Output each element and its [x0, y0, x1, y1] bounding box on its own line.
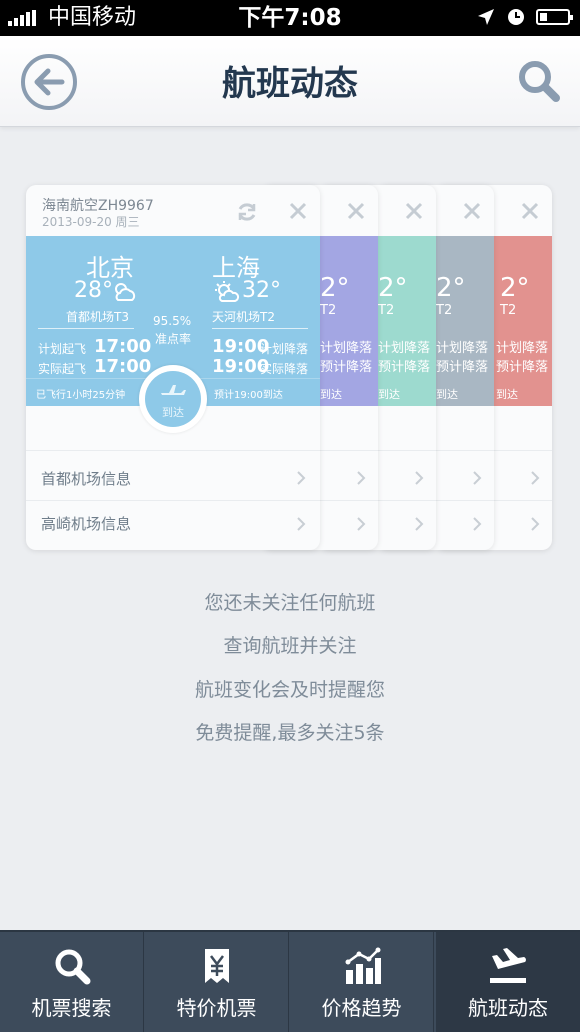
temperature: 2°: [320, 273, 350, 303]
close-icon[interactable]: [462, 201, 482, 221]
chevron-right-icon: [473, 471, 482, 485]
estimated-arrival-note: 预计19:00到达: [214, 390, 283, 401]
arrive-label: 到达: [320, 388, 342, 401]
chevron-right-icon: [415, 471, 424, 485]
nav-bar: 航班动态: [0, 36, 580, 127]
chevron-right-icon: [357, 471, 366, 485]
tab-bar: 机票搜索 特价机票 价格趋势 航班动态: [0, 930, 580, 1032]
estimated-label: 预计降落: [378, 360, 431, 375]
terminal: T2: [378, 303, 395, 318]
yuan-ticket-icon: [204, 949, 229, 983]
sunny-cloudy-icon: [215, 281, 240, 302]
chevron-right-icon: [531, 471, 540, 485]
temperature: 2°: [378, 273, 408, 303]
planned-label: 计划降落: [496, 341, 549, 356]
estimated-label: 预计降落: [320, 360, 373, 375]
estimated-label: 预计降落: [436, 360, 489, 375]
temperature: 2°: [436, 273, 466, 303]
close-icon[interactable]: [520, 201, 540, 221]
battery-icon: [536, 9, 573, 25]
terminal: T2: [436, 303, 453, 318]
chevron-right-icon: [357, 517, 366, 531]
actual-departure-label: 实际起飞: [38, 362, 87, 376]
close-icon[interactable]: [288, 201, 308, 221]
chevron-right-icon: [297, 471, 306, 485]
terminal: T2: [320, 303, 337, 318]
chevron-right-icon: [531, 517, 540, 531]
terminal: T2: [500, 303, 517, 318]
search-icon: [55, 949, 90, 985]
flight-date: 2013-09-20 周三: [42, 215, 140, 229]
actual-departure-time: 17:00: [94, 356, 152, 377]
planned-departure-label: 计划起飞: [38, 342, 87, 356]
departure-airport: 首都机场T3: [66, 310, 129, 324]
status-bar: 中国移动 下午7:08: [0, 0, 580, 36]
flight-card[interactable]: 海南航空ZH9967 2013-09-20 周三 北京 28° 首都机场T3 计…: [26, 185, 320, 550]
empty-state-line-3: 航班变化会及时提醒您: [194, 679, 385, 701]
partly-cloudy-icon: [115, 283, 136, 301]
refresh-icon[interactable]: [236, 201, 258, 223]
planned-label: 计划降落: [436, 341, 489, 356]
alarm-icon: [508, 9, 524, 25]
tab-flight-search[interactable]: 机票搜索: [0, 932, 144, 1032]
planned-label: 计划降落: [320, 341, 373, 356]
arrive-label: 到达: [378, 388, 400, 401]
tab-price-trend[interactable]: 价格趋势: [290, 932, 434, 1032]
planned-departure-time: 17:00: [94, 336, 152, 357]
flight-status-badge: 到达: [139, 365, 207, 433]
chevron-right-icon: [415, 517, 424, 531]
search-icon[interactable]: [516, 58, 562, 104]
tab-label: 特价机票: [176, 996, 257, 1020]
flight-card-deck: 2° T2 计划降落 预计降落 到达 2° T2 计划降落 预计降落 到达 2°…: [0, 185, 580, 555]
plane-icon: [161, 385, 186, 395]
planned-arrival-label: 计划降落: [260, 342, 309, 356]
arrival-airport: 天河机场T2: [212, 310, 275, 324]
arrive-label: 到达: [496, 388, 518, 401]
tab-flight-status[interactable]: 航班动态: [436, 932, 580, 1032]
airline-flight-number: 海南航空ZH9967: [42, 198, 154, 214]
bar-chart-icon: [345, 947, 381, 984]
temperature: 2°: [500, 273, 530, 303]
location-icon: [478, 9, 494, 25]
tab-special-tickets[interactable]: 特价机票: [145, 932, 289, 1032]
close-icon[interactable]: [404, 201, 424, 221]
page-title: 航班动态: [222, 64, 358, 104]
chevron-right-icon: [473, 517, 482, 531]
on-time-rate: 95.5%: [153, 314, 192, 328]
close-icon[interactable]: [346, 201, 366, 221]
tab-label: 价格趋势: [321, 996, 402, 1020]
arrival-temperature: 32°: [242, 278, 281, 303]
empty-state-line-2: 查询航班并关注: [223, 635, 357, 657]
empty-state-line-4: 免费提醒,最多关注5条: [195, 722, 385, 744]
planned-label: 计划降落: [378, 341, 431, 356]
flown-duration: 已飞行1小时25分钟: [36, 390, 126, 401]
arrival-airport-info[interactable]: 高崎机场信息: [41, 513, 131, 534]
flight-status: 到达: [162, 406, 184, 419]
estimated-arrival-label: 实际降落: [260, 362, 309, 376]
empty-state-line-1: 您还未关注任何航班: [204, 592, 376, 614]
on-time-label: 准点率: [155, 332, 192, 346]
estimated-label: 预计降落: [496, 360, 549, 375]
departure-airport-info[interactable]: 首都机场信息: [41, 468, 131, 489]
chevron-right-icon: [297, 517, 306, 531]
arrive-label: 到达: [436, 388, 458, 401]
departure-temperature: 28°: [74, 278, 113, 303]
tab-label: 机票搜索: [31, 996, 112, 1020]
tab-label: 航班动态: [468, 996, 548, 1020]
landing-plane-icon: [490, 948, 526, 983]
